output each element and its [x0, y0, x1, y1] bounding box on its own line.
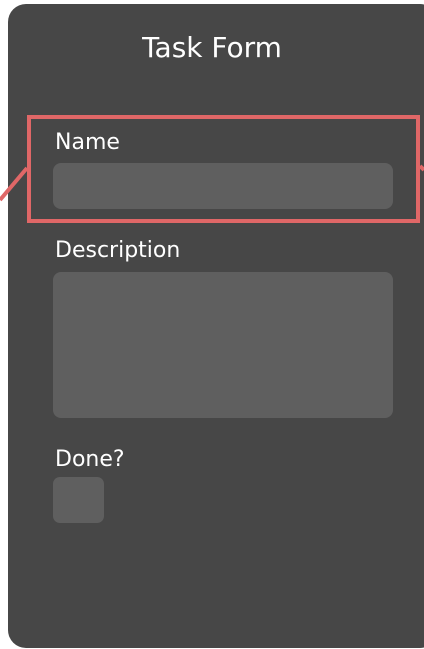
name-input[interactable] [53, 163, 393, 209]
form-title: Task Form [142, 31, 282, 64]
name-label: Name [55, 130, 120, 155]
description-textarea[interactable] [53, 272, 393, 418]
done-checkbox[interactable] [53, 477, 104, 523]
screen: Task Form Name Description Done? [0, 0, 424, 649]
done-label: Done? [55, 447, 125, 472]
description-label: Description [55, 238, 181, 263]
